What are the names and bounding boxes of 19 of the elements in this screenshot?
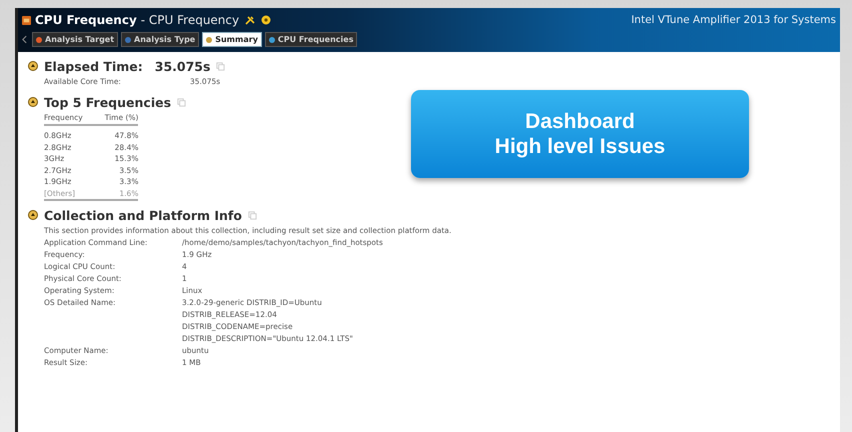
section-title: Top 5 Frequencies xyxy=(44,94,172,110)
app-icon xyxy=(22,16,31,24)
callout-text: High level Issues xyxy=(494,134,666,159)
tab[interactable]: Analysis Type xyxy=(121,32,200,47)
collapse-icon[interactable] xyxy=(28,97,38,107)
window-subtitle: - CPU Frequency xyxy=(140,13,240,27)
product-name: Intel VTune Amplifier 2013 for Systems xyxy=(631,14,836,26)
window-title: CPU Frequency xyxy=(35,13,137,27)
tab[interactable]: CPU Frequencies xyxy=(264,32,358,47)
collapse-icon[interactable] xyxy=(28,210,38,220)
callout-text: Dashboard xyxy=(525,109,635,134)
tab[interactable]: Summary xyxy=(202,32,262,47)
wrench-icon[interactable] xyxy=(245,15,256,25)
elapsed-value: 35.075s xyxy=(154,58,210,74)
section-title: Collection and Platform Info xyxy=(44,208,242,222)
section-title: Elapsed Time: xyxy=(44,58,143,74)
help-icon[interactable] xyxy=(261,15,272,25)
tab[interactable]: Analysis Target xyxy=(32,32,118,47)
collapse-icon[interactable] xyxy=(28,61,38,71)
